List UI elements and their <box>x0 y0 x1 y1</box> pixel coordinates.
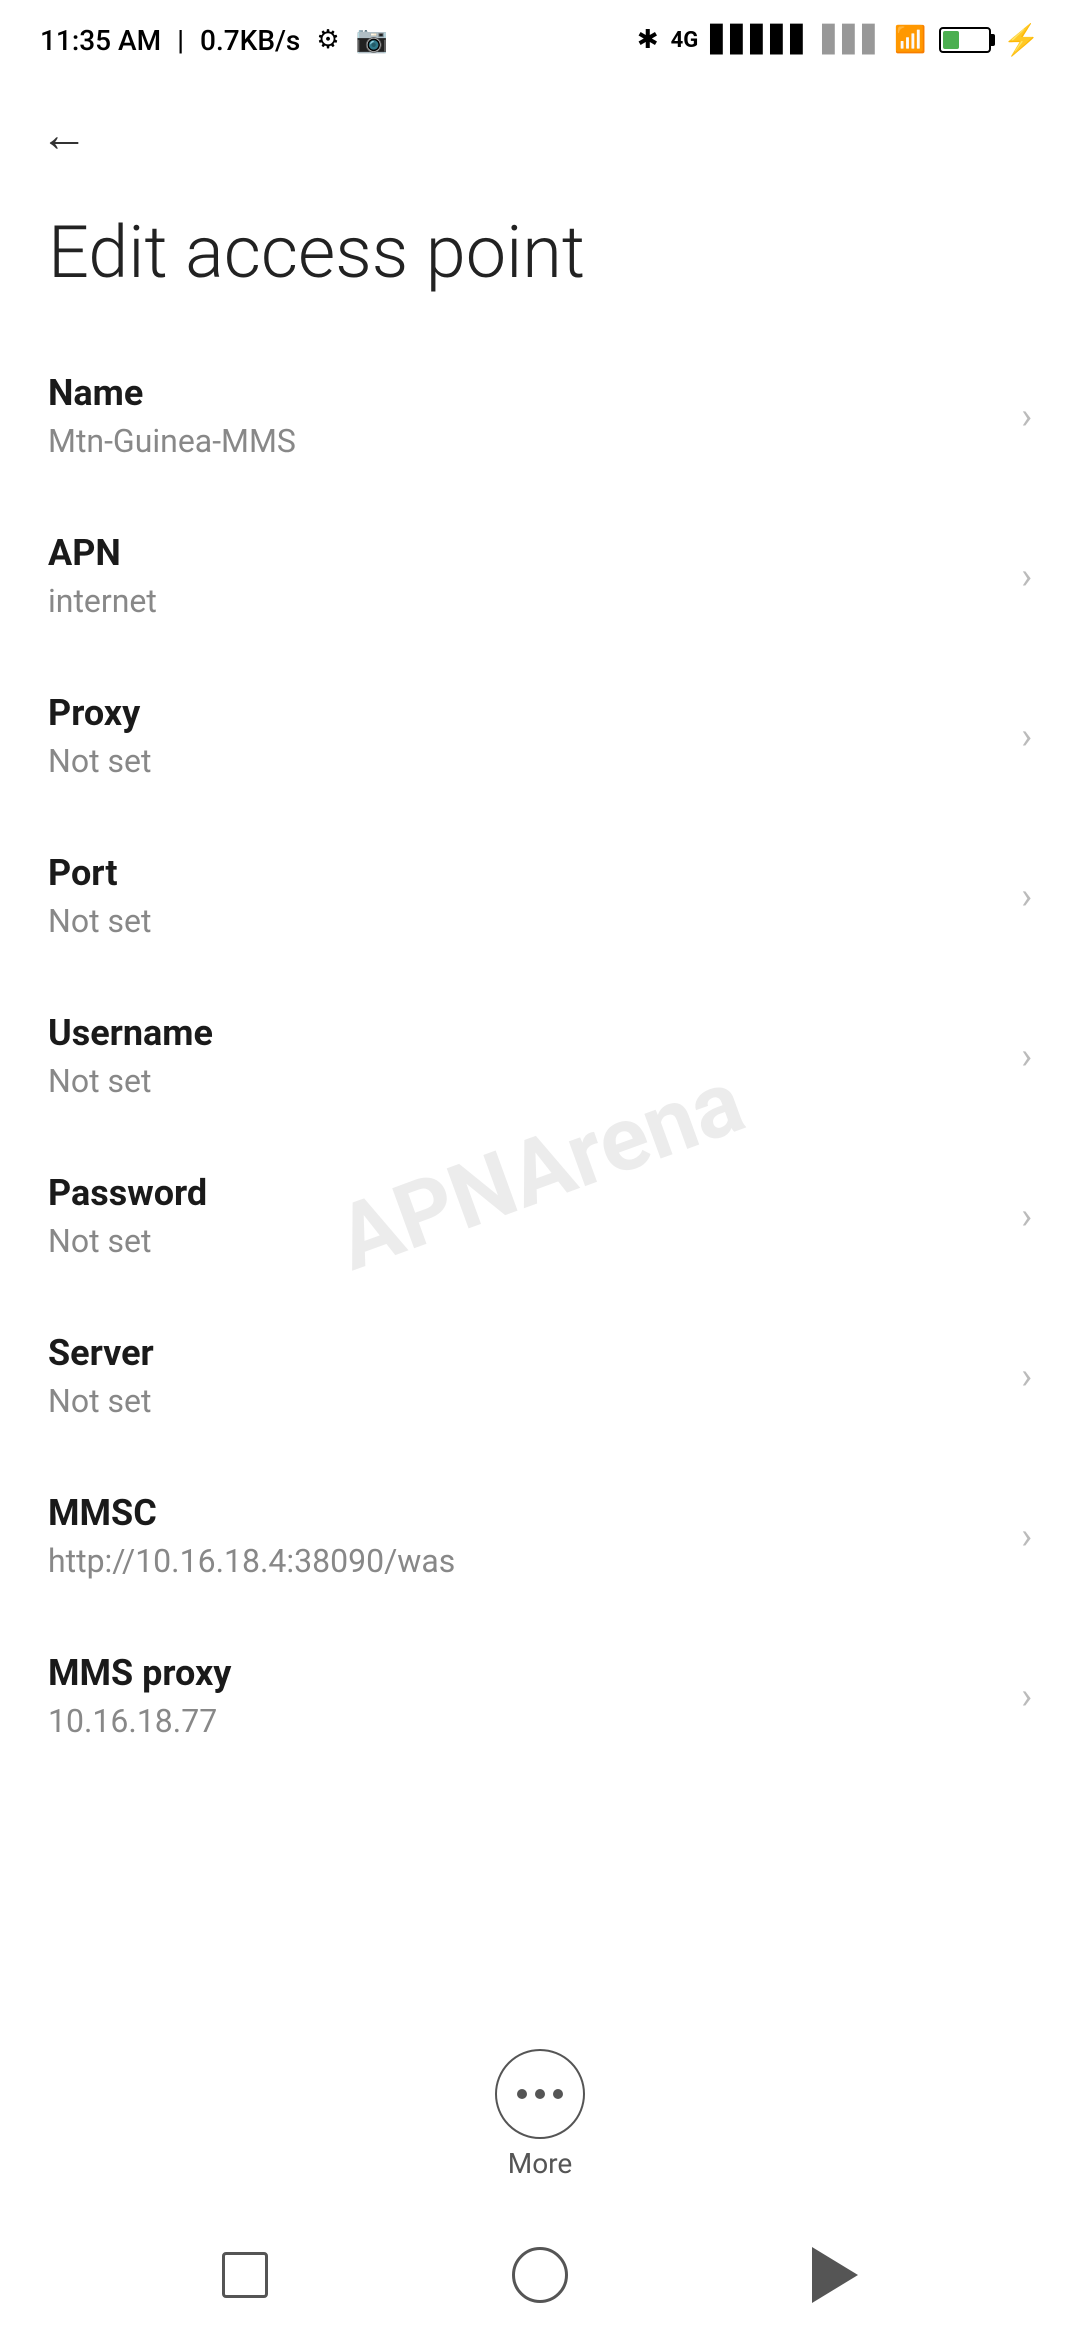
settings-label-password: Password <box>48 1172 207 1214</box>
back-icon <box>812 2247 858 2303</box>
chevron-apn: › <box>1021 555 1032 597</box>
chevron-username: › <box>1021 1035 1032 1077</box>
battery-fill <box>943 31 960 49</box>
more-dots-icon <box>517 2089 563 2099</box>
settings-item-mmsc[interactable]: MMSC http://10.16.18.4:38090/was › <box>0 1456 1080 1616</box>
time-display: 11:35 AM <box>40 24 161 57</box>
settings-value-server: Not set <box>48 1382 154 1420</box>
dot-1 <box>517 2089 527 2099</box>
top-nav: ← <box>0 80 1080 190</box>
settings-item-mmsc-content: MMSC http://10.16.18.4:38090/was <box>48 1492 455 1580</box>
signal-4g-icon: 4G <box>671 28 699 53</box>
status-bar: 11:35 AM | 0.7KB/s ⚙ 📷 ✱ 4G ▋▋▋▋▋ ▋▋▋ 📶 … <box>0 0 1080 80</box>
settings-item-name[interactable]: Name Mtn-Guinea-MMS › <box>0 336 1080 496</box>
recents-icon <box>222 2252 268 2298</box>
chevron-mms-proxy: › <box>1021 1675 1032 1717</box>
chevron-port: › <box>1021 875 1032 917</box>
settings-item-port[interactable]: Port Not set › <box>0 816 1080 976</box>
battery-tip <box>991 34 995 46</box>
bluetooth-icon: ✱ <box>637 25 659 55</box>
charging-icon: ⚡ <box>1003 23 1040 58</box>
dot-2 <box>535 2089 545 2099</box>
settings-value-apn: internet <box>48 582 157 620</box>
settings-item-proxy-content: Proxy Not set <box>48 692 151 780</box>
signal-bars-icon: ▋▋▋▋▋ <box>710 25 810 55</box>
settings-value-name: Mtn-Guinea-MMS <box>48 422 296 460</box>
more-circle-icon <box>495 2049 585 2139</box>
nav-bar <box>0 2210 1080 2340</box>
settings-item-apn-content: APN internet <box>48 532 157 620</box>
settings-label-name: Name <box>48 372 296 414</box>
wifi-icon: 📶 <box>894 25 926 55</box>
settings-value-password: Not set <box>48 1222 207 1260</box>
chevron-password: › <box>1021 1195 1032 1237</box>
settings-item-mms-proxy[interactable]: MMS proxy 10.16.18.77 › <box>0 1616 1080 1776</box>
battery-indicator <box>939 27 991 53</box>
chevron-server: › <box>1021 1355 1032 1397</box>
chevron-mmsc: › <box>1021 1515 1032 1557</box>
settings-item-port-content: Port Not set <box>48 852 151 940</box>
settings-item-mms-proxy-content: MMS proxy 10.16.18.77 <box>48 1652 231 1740</box>
dot-3 <box>553 2089 563 2099</box>
settings-item-server-content: Server Not set <box>48 1332 154 1420</box>
chevron-proxy: › <box>1021 715 1032 757</box>
settings-value-mmsc: http://10.16.18.4:38090/was <box>48 1542 455 1580</box>
settings-item-username-content: Username Not set <box>48 1012 213 1100</box>
settings-item-username[interactable]: Username Not set › <box>0 976 1080 1136</box>
settings-item-server[interactable]: Server Not set › <box>0 1296 1080 1456</box>
page-title: Edit access point <box>0 190 1080 336</box>
settings-item-password-content: Password Not set <box>48 1172 207 1260</box>
settings-value-port: Not set <box>48 902 151 940</box>
status-left: 11:35 AM | 0.7KB/s ⚙ 📷 <box>40 24 388 57</box>
settings-icon: ⚙ <box>316 25 339 55</box>
settings-item-password[interactable]: Password Not set › <box>0 1136 1080 1296</box>
nav-back-button[interactable] <box>812 2247 858 2303</box>
settings-value-mms-proxy: 10.16.18.77 <box>48 1702 231 1740</box>
camera-icon: 📷 <box>356 25 388 55</box>
settings-label-mms-proxy: MMS proxy <box>48 1652 231 1694</box>
settings-label-apn: APN <box>48 532 157 574</box>
settings-label-proxy: Proxy <box>48 692 151 734</box>
chevron-name: › <box>1021 395 1032 437</box>
settings-item-name-content: Name Mtn-Guinea-MMS <box>48 372 296 460</box>
settings-list: Name Mtn-Guinea-MMS › APN internet › Pro… <box>0 336 1080 1776</box>
settings-item-apn[interactable]: APN internet › <box>0 496 1080 656</box>
data-speed: 0.7KB/s <box>200 24 300 57</box>
more-label: More <box>508 2147 573 2180</box>
settings-value-proxy: Not set <box>48 742 151 780</box>
settings-label-server: Server <box>48 1332 154 1374</box>
signal-bars2-icon: ▋▋▋ <box>822 25 882 55</box>
settings-label-username: Username <box>48 1012 213 1054</box>
settings-label-port: Port <box>48 852 151 894</box>
settings-item-proxy[interactable]: Proxy Not set › <box>0 656 1080 816</box>
settings-value-username: Not set <box>48 1062 213 1100</box>
nav-home-button[interactable] <box>512 2247 568 2303</box>
back-button[interactable]: ← <box>40 111 88 159</box>
nav-recents-button[interactable] <box>222 2252 268 2298</box>
speed-display: | <box>177 24 184 57</box>
settings-label-mmsc: MMSC <box>48 1492 455 1534</box>
more-section[interactable]: More <box>495 2049 585 2180</box>
status-right: ✱ 4G ▋▋▋▋▋ ▋▋▋ 📶 ⚡ <box>637 23 1040 58</box>
home-icon <box>512 2247 568 2303</box>
